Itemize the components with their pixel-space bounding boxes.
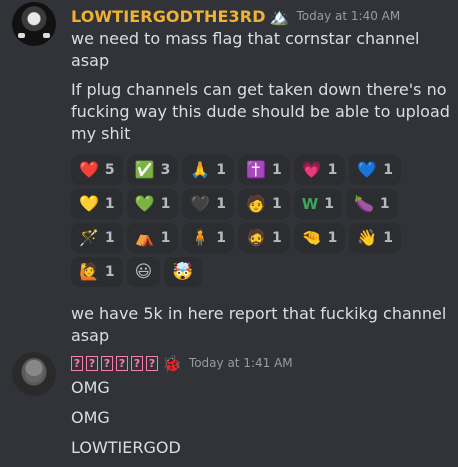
reaction-custom-face[interactable]: 🧑 1 — [238, 189, 290, 219]
reaction-count: 1 — [160, 196, 171, 212]
message-header: ? ? ? ? ? ? 🐞 Today at 1:41 AM — [71, 352, 450, 374]
standing-person-icon: 🧍 — [190, 228, 211, 247]
reaction-count: 1 — [216, 196, 227, 212]
message-text-line: we have 5k in here report that fuckikg c… — [71, 304, 447, 323]
magic-wand-icon: 🪄 — [79, 228, 99, 247]
reaction-tent[interactable]: ⛺ 1 — [126, 223, 179, 253]
reaction-praying-hands[interactable]: 🙏 1 — [182, 155, 235, 185]
avatar-decoration-left — [18, 33, 25, 38]
yellow-heart-icon: 💛 — [79, 194, 99, 213]
reaction-count: 1 — [104, 230, 115, 246]
eggplant-icon: 🍆 — [353, 194, 374, 213]
reaction-count: 1 — [216, 230, 227, 246]
username[interactable]: LOWTIERGODTHE3RD — [71, 7, 266, 26]
message-text-line: my shit — [71, 124, 131, 143]
role-badge-icon[interactable]: 🐞 — [162, 354, 182, 373]
waving-hand-icon: 👋 — [357, 228, 378, 247]
reaction-count: 1 — [324, 196, 334, 212]
missing-glyph-box: ? — [116, 355, 128, 371]
message-text-line: LOWTIERGOD — [71, 438, 181, 457]
timestamp[interactable]: Today at 1:41 AM — [189, 356, 293, 370]
reaction-row: 💛 1 💚 1 🖤 1 🧑 1 W1 🍆 1 — [71, 189, 411, 219]
reaction-wand[interactable]: 🪄 1 — [71, 223, 123, 253]
user-avatar[interactable] — [12, 352, 56, 396]
reaction-count: 3 — [160, 162, 171, 178]
reaction-count: 1 — [271, 230, 282, 246]
role-badge-icon[interactable]: 🏔️ — [270, 7, 290, 26]
reaction-red-heart[interactable]: ❤️ 5 — [71, 155, 123, 185]
add-reaction-button[interactable]: 😃 — [126, 257, 161, 287]
reaction-green-heart[interactable]: 💚 1 — [126, 189, 179, 219]
message-text-line: we need to mass flag that cornstar chann… — [71, 29, 420, 70]
avatar-face — [25, 360, 43, 382]
reaction-count: 1 — [271, 162, 282, 178]
reaction-w[interactable]: W1 — [293, 189, 342, 219]
message-text-line: If plug channels can get taken down ther… — [71, 80, 447, 99]
reaction-row: 🙋 1 😃 🤯 — [71, 257, 411, 287]
reaction-row: ❤️ 5 ✅ 3 🙏 1 ✝️ 1 💗 1 💙 1 — [71, 155, 411, 185]
reaction-row: 🪄 1 ⛺ 1 🧍 1 🧔 1 🤏 1 👋 1 — [71, 223, 411, 253]
message-text-line: fucking way this dude should be able to … — [71, 102, 450, 121]
raising-hand-icon: 🙋 — [79, 262, 99, 281]
blue-heart-icon: 💙 — [357, 160, 378, 179]
super-reaction-icon: 🤯 — [172, 261, 194, 282]
black-heart-icon: 🖤 — [190, 194, 211, 213]
pinching-hand-icon: 🤏 — [301, 228, 322, 247]
reaction-count: 1 — [160, 230, 171, 246]
username[interactable]: ? ? ? ? ? ? — [71, 355, 158, 371]
user-avatar[interactable] — [12, 2, 56, 46]
tent-icon: ⛺ — [134, 228, 155, 247]
timestamp[interactable]: Today at 1:40 AM — [297, 9, 401, 23]
message-1: LOWTIERGODTHE3RD 🏔️ Today at 1:40 AM we … — [0, 0, 458, 347]
missing-glyph-box: ? — [86, 355, 98, 371]
latin-cross-icon: ✝️ — [246, 160, 266, 179]
reaction-count: 1 — [379, 196, 390, 212]
missing-glyph-box: ? — [71, 355, 83, 371]
message-text-line: asap — [71, 326, 110, 345]
person-face-icon: 🧑 — [246, 194, 266, 213]
message-header: LOWTIERGODTHE3RD 🏔️ Today at 1:40 AM — [71, 5, 450, 27]
reaction-count: 1 — [383, 162, 394, 178]
reaction-count: 1 — [383, 230, 394, 246]
reaction-count: 1 — [104, 264, 115, 280]
reactions-bar: ❤️ 5 ✅ 3 🙏 1 ✝️ 1 💗 1 💙 1 💛 1 💚 1 🖤 1 🧑 1 W1 🍆 1 🪄 1… — [71, 155, 411, 287]
w-letter-icon: W — [301, 194, 319, 213]
reaction-pink-heart[interactable]: 💗 1 — [293, 155, 346, 185]
check-mark-icon: ✅ — [134, 160, 155, 179]
reaction-bearded-person[interactable]: 🧔 1 — [238, 223, 290, 253]
bearded-person-icon: 🧔 — [246, 228, 266, 247]
reaction-waving-hand[interactable]: 👋 1 — [349, 223, 402, 253]
red-heart-icon: ❤️ — [79, 160, 99, 179]
missing-glyph-box: ? — [131, 355, 143, 371]
message-2: ? ? ? ? ? ? 🐞 Today at 1:41 AM OMG OMG L… — [0, 352, 458, 467]
reaction-check-mark[interactable]: ✅ 3 — [126, 155, 179, 185]
reaction-black-heart[interactable]: 🖤 1 — [182, 189, 235, 219]
reaction-yellow-heart[interactable]: 💛 1 — [71, 189, 123, 219]
message-text-line: OMG — [71, 408, 110, 427]
reaction-count: 1 — [104, 196, 115, 212]
reaction-count: 5 — [104, 162, 115, 178]
message-text-line: OMG — [71, 378, 110, 397]
avatar-decoration-right — [43, 33, 50, 38]
reaction-count: 1 — [327, 162, 338, 178]
missing-glyph-box: ? — [146, 355, 158, 371]
reaction-count: 1 — [271, 196, 282, 212]
reaction-count: 1 — [327, 230, 338, 246]
reaction-blue-heart[interactable]: 💙 1 — [349, 155, 402, 185]
pink-heart-icon: 💗 — [301, 160, 322, 179]
reaction-standing-person[interactable]: 🧍 1 — [182, 223, 235, 253]
missing-glyph-box: ? — [101, 355, 113, 371]
green-heart-icon: 💚 — [134, 194, 155, 213]
reaction-raising-hand[interactable]: 🙋 1 — [71, 257, 123, 287]
reaction-count: 1 — [216, 162, 227, 178]
reaction-latin-cross[interactable]: ✝️ 1 — [238, 155, 290, 185]
praying-hands-icon: 🙏 — [190, 160, 211, 179]
reaction-eggplant[interactable]: 🍆 1 — [345, 189, 398, 219]
reaction-pinching-hand[interactable]: 🤏 1 — [293, 223, 346, 253]
add-super-reaction-button[interactable]: 🤯 — [164, 257, 202, 287]
add-reaction-icon: 😃 — [134, 261, 153, 282]
